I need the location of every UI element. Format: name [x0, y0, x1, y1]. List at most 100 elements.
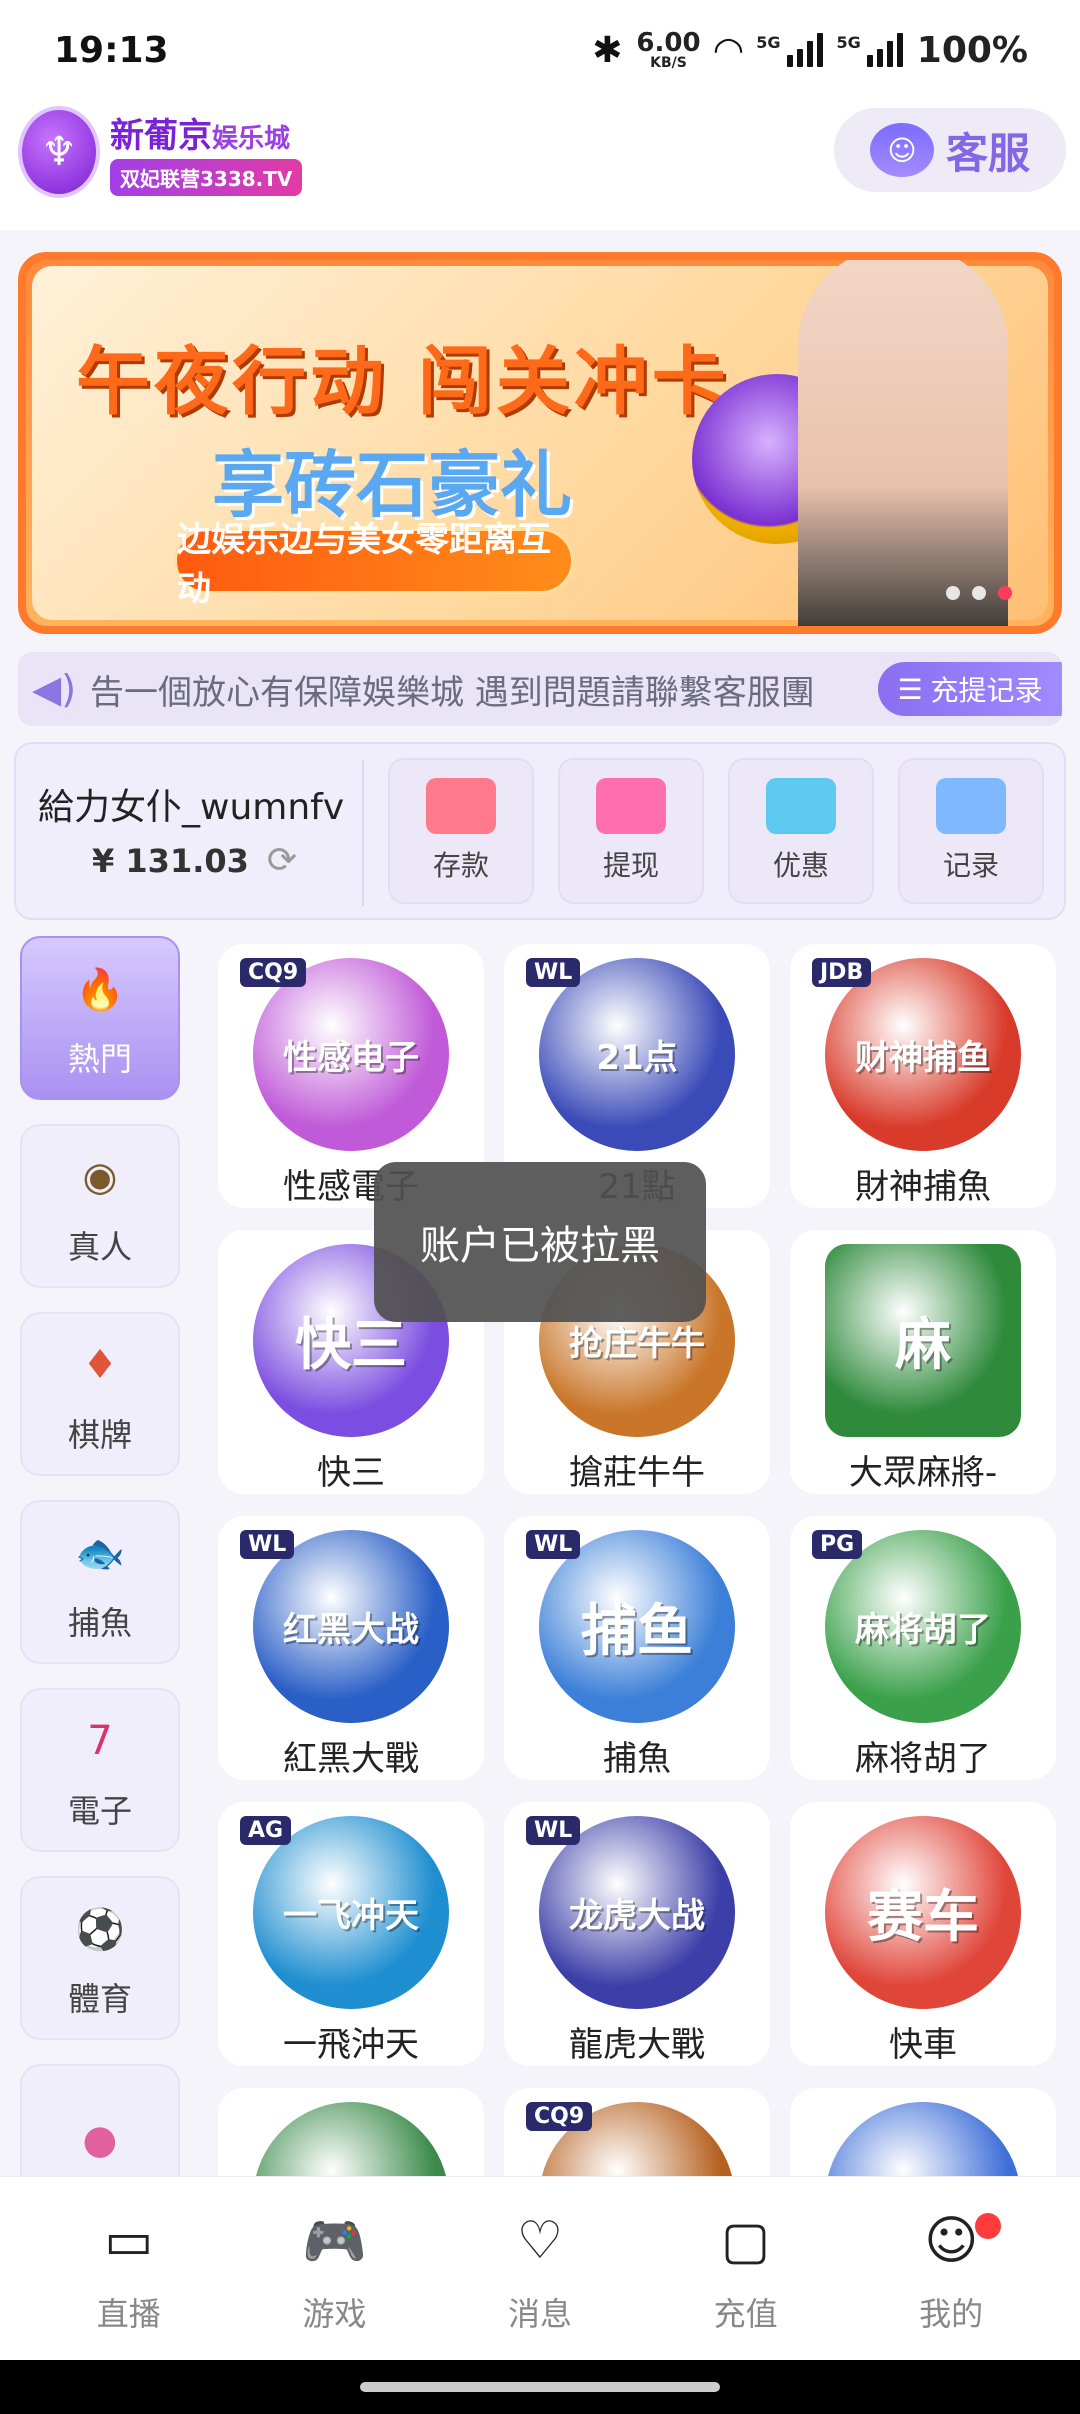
- deposit-card-icon: [426, 778, 496, 834]
- game-name: 麻将胡了: [855, 1739, 991, 1779]
- brand-logo: ♆ 新葡京娱乐城 双妃联营3338.TV: [18, 106, 303, 198]
- game-name: 龍虎大戰: [569, 2025, 705, 2065]
- speed-value: 6.00: [636, 28, 701, 58]
- nav-tab[interactable]: ▭ 直播: [49, 2211, 209, 2360]
- game-tile[interactable]: AG 一飞冲天一飛沖天: [218, 1802, 484, 2066]
- category-label: 真人: [67, 1228, 132, 1266]
- banner-pill: 边娱乐边与美女零距离互动: [174, 520, 574, 609]
- game-icon: 赛车: [825, 1816, 1021, 2009]
- game-icon-art-text: 龙虎大战: [569, 1896, 705, 1936]
- customer-service-button[interactable]: ☺ 客服: [834, 108, 1066, 192]
- banner-headline: 午夜行动 闯关冲卡: [76, 339, 730, 425]
- wallet-action-label: 提现: [602, 849, 659, 882]
- wallet-action-button[interactable]: 优惠: [728, 758, 874, 904]
- customer-service-label: 客服: [945, 128, 1030, 178]
- promo-banner[interactable]: 午夜行动 闯关冲卡 享砖石豪礼 边娱乐边与美女零距离互动: [18, 252, 1062, 634]
- game-icon-art-text: 一飞冲天: [283, 1896, 419, 1936]
- nav-tab[interactable]: ☺ 我的: [871, 2211, 1031, 2360]
- system-gesture-bar: [0, 2360, 1080, 2414]
- category-tab[interactable]: ⚽ 體育: [20, 1876, 180, 2040]
- status-time: 19:13: [54, 29, 169, 71]
- game-tile[interactable]: WL 捕鱼 捕魚: [504, 1516, 770, 1780]
- game-name: 快三: [317, 1453, 385, 1493]
- game-tile[interactable]: [218, 2088, 484, 2176]
- bottom-navigation: ▭ 直播 🎮 游戏 ♡ 消息 ▢ 充值 ☺ 我的: [0, 2176, 1080, 2360]
- provider-badge: CQ9: [526, 2102, 593, 2131]
- category-tab[interactable]: 🐟 捕魚: [20, 1500, 180, 1664]
- username: 給力女仆_wumnfv: [38, 787, 345, 828]
- network-speed: 6.00 KB/S: [636, 30, 700, 70]
- wallet-action-button[interactable]: 存款: [388, 758, 534, 904]
- game-tile[interactable]: WL 红黑大战 紅黑大戰: [218, 1516, 484, 1780]
- logo-emblem-icon: ♆: [18, 106, 100, 198]
- category-label: 熱門: [67, 1040, 132, 1078]
- banner-pagination: [946, 586, 1012, 600]
- category-tab[interactable]: 🔥 熱門: [20, 936, 180, 1100]
- deposit-withdraw-record-button[interactable]: ☰ 充提记录: [878, 662, 1062, 716]
- game-tile[interactable]: 赛车 快車: [790, 1802, 1056, 2066]
- refresh-icon[interactable]: ⟳: [267, 840, 297, 881]
- nav-tab[interactable]: 🎮 游戏: [254, 2211, 414, 2360]
- casino-chip-icon: ◉: [82, 1154, 118, 1200]
- game-tile[interactable]: WL 龙虎大战龍虎大戰: [504, 1802, 770, 2066]
- provider-badge: WL: [526, 958, 581, 987]
- game-icon-art-text: 财神捕鱼: [855, 1038, 991, 1078]
- gesture-handle[interactable]: [360, 2382, 720, 2392]
- speaker-icon: ◀): [31, 667, 77, 711]
- game-tile[interactable]: 麻大眾麻將-: [790, 1230, 1056, 1494]
- wallet-action-label: 优惠: [772, 849, 829, 882]
- category-tab[interactable]: 7 電子: [20, 1688, 180, 1852]
- banner-dot-active[interactable]: [998, 586, 1012, 600]
- status-bar: 19:13 ✱ 6.00 KB/S ◠ 5G 5G 100%: [0, 0, 1080, 100]
- nav-tab[interactable]: ▢ 充值: [666, 2211, 826, 2360]
- game-icon: 麻: [825, 1244, 1021, 1437]
- category-label: 棋牌: [67, 1416, 132, 1454]
- game-name: 紅黑大戰: [283, 1739, 419, 1779]
- signal-icon: 5G: [837, 33, 903, 67]
- wallet-action-button[interactable]: 提现: [558, 758, 704, 904]
- logo-title-suffix: 娱乐城: [212, 124, 291, 154]
- game-tile[interactable]: PG 麻将胡了 麻将胡了: [790, 1516, 1056, 1780]
- nav-label: 消息: [507, 2295, 572, 2333]
- balance-row: ¥ 131.03 ⟳: [92, 840, 297, 881]
- notification-badge: [975, 2213, 1002, 2239]
- game-tile[interactable]: JDB 财神捕鱼 財神捕魚: [790, 944, 1056, 1208]
- game-name: 一飛沖天: [283, 2025, 419, 2065]
- status-indicators: ✱ 6.00 KB/S ◠ 5G 5G 100%: [592, 30, 1028, 71]
- provider-badge: CQ9: [240, 958, 307, 987]
- nav-label: 充值: [713, 2295, 778, 2333]
- banner-dot[interactable]: [946, 586, 960, 600]
- divider: [362, 760, 364, 906]
- wallet-action-label: 存款: [432, 849, 489, 882]
- headset-icon: ☺: [869, 123, 934, 177]
- gift-icon: [766, 778, 836, 834]
- game-icon-art-text: 麻: [895, 1313, 951, 1378]
- signal-icon: 5G: [756, 33, 823, 67]
- game-icon-art-text: 红黑大战: [283, 1610, 419, 1650]
- video-camera-icon: ▭: [104, 2211, 154, 2271]
- nav-label: 我的: [919, 2295, 984, 2333]
- game-icon-art-text: 捕鱼: [581, 1599, 693, 1664]
- fish-icon: 🐟: [75, 1530, 125, 1577]
- provider-badge: AG: [240, 1816, 292, 1845]
- category-tab[interactable]: ◉ 真人: [20, 1124, 180, 1288]
- list-icon: ☰: [897, 672, 923, 706]
- nav-label: 直播: [96, 2295, 161, 2333]
- wallet-action-label: 记录: [942, 849, 999, 882]
- money-bag-icon: [596, 778, 666, 834]
- provider-badge: WL: [526, 1816, 581, 1845]
- category-tab[interactable]: ♦ 棋牌: [20, 1312, 180, 1476]
- bluetooth-icon: ✱: [592, 29, 623, 71]
- game-icon-art-text: 性感电子: [283, 1038, 419, 1078]
- lottery-ball-icon: ●: [82, 2117, 118, 2163]
- slot-machine-icon: 7: [87, 1718, 113, 1764]
- banner-dot[interactable]: [972, 586, 986, 600]
- game-icon: [253, 2102, 449, 2176]
- app-header: ♆ 新葡京娱乐城 双妃联营3338.TV ☺ 客服: [0, 100, 1080, 230]
- game-tile[interactable]: CQ9: [504, 2088, 770, 2176]
- logo-subtitle: 双妃联营3338.TV: [110, 159, 303, 196]
- nav-tab[interactable]: ♡ 消息: [460, 2211, 620, 2360]
- game-tile[interactable]: [790, 2088, 1056, 2176]
- battery-level: 100%: [916, 29, 1028, 71]
- wallet-action-button[interactable]: 记录: [898, 758, 1044, 904]
